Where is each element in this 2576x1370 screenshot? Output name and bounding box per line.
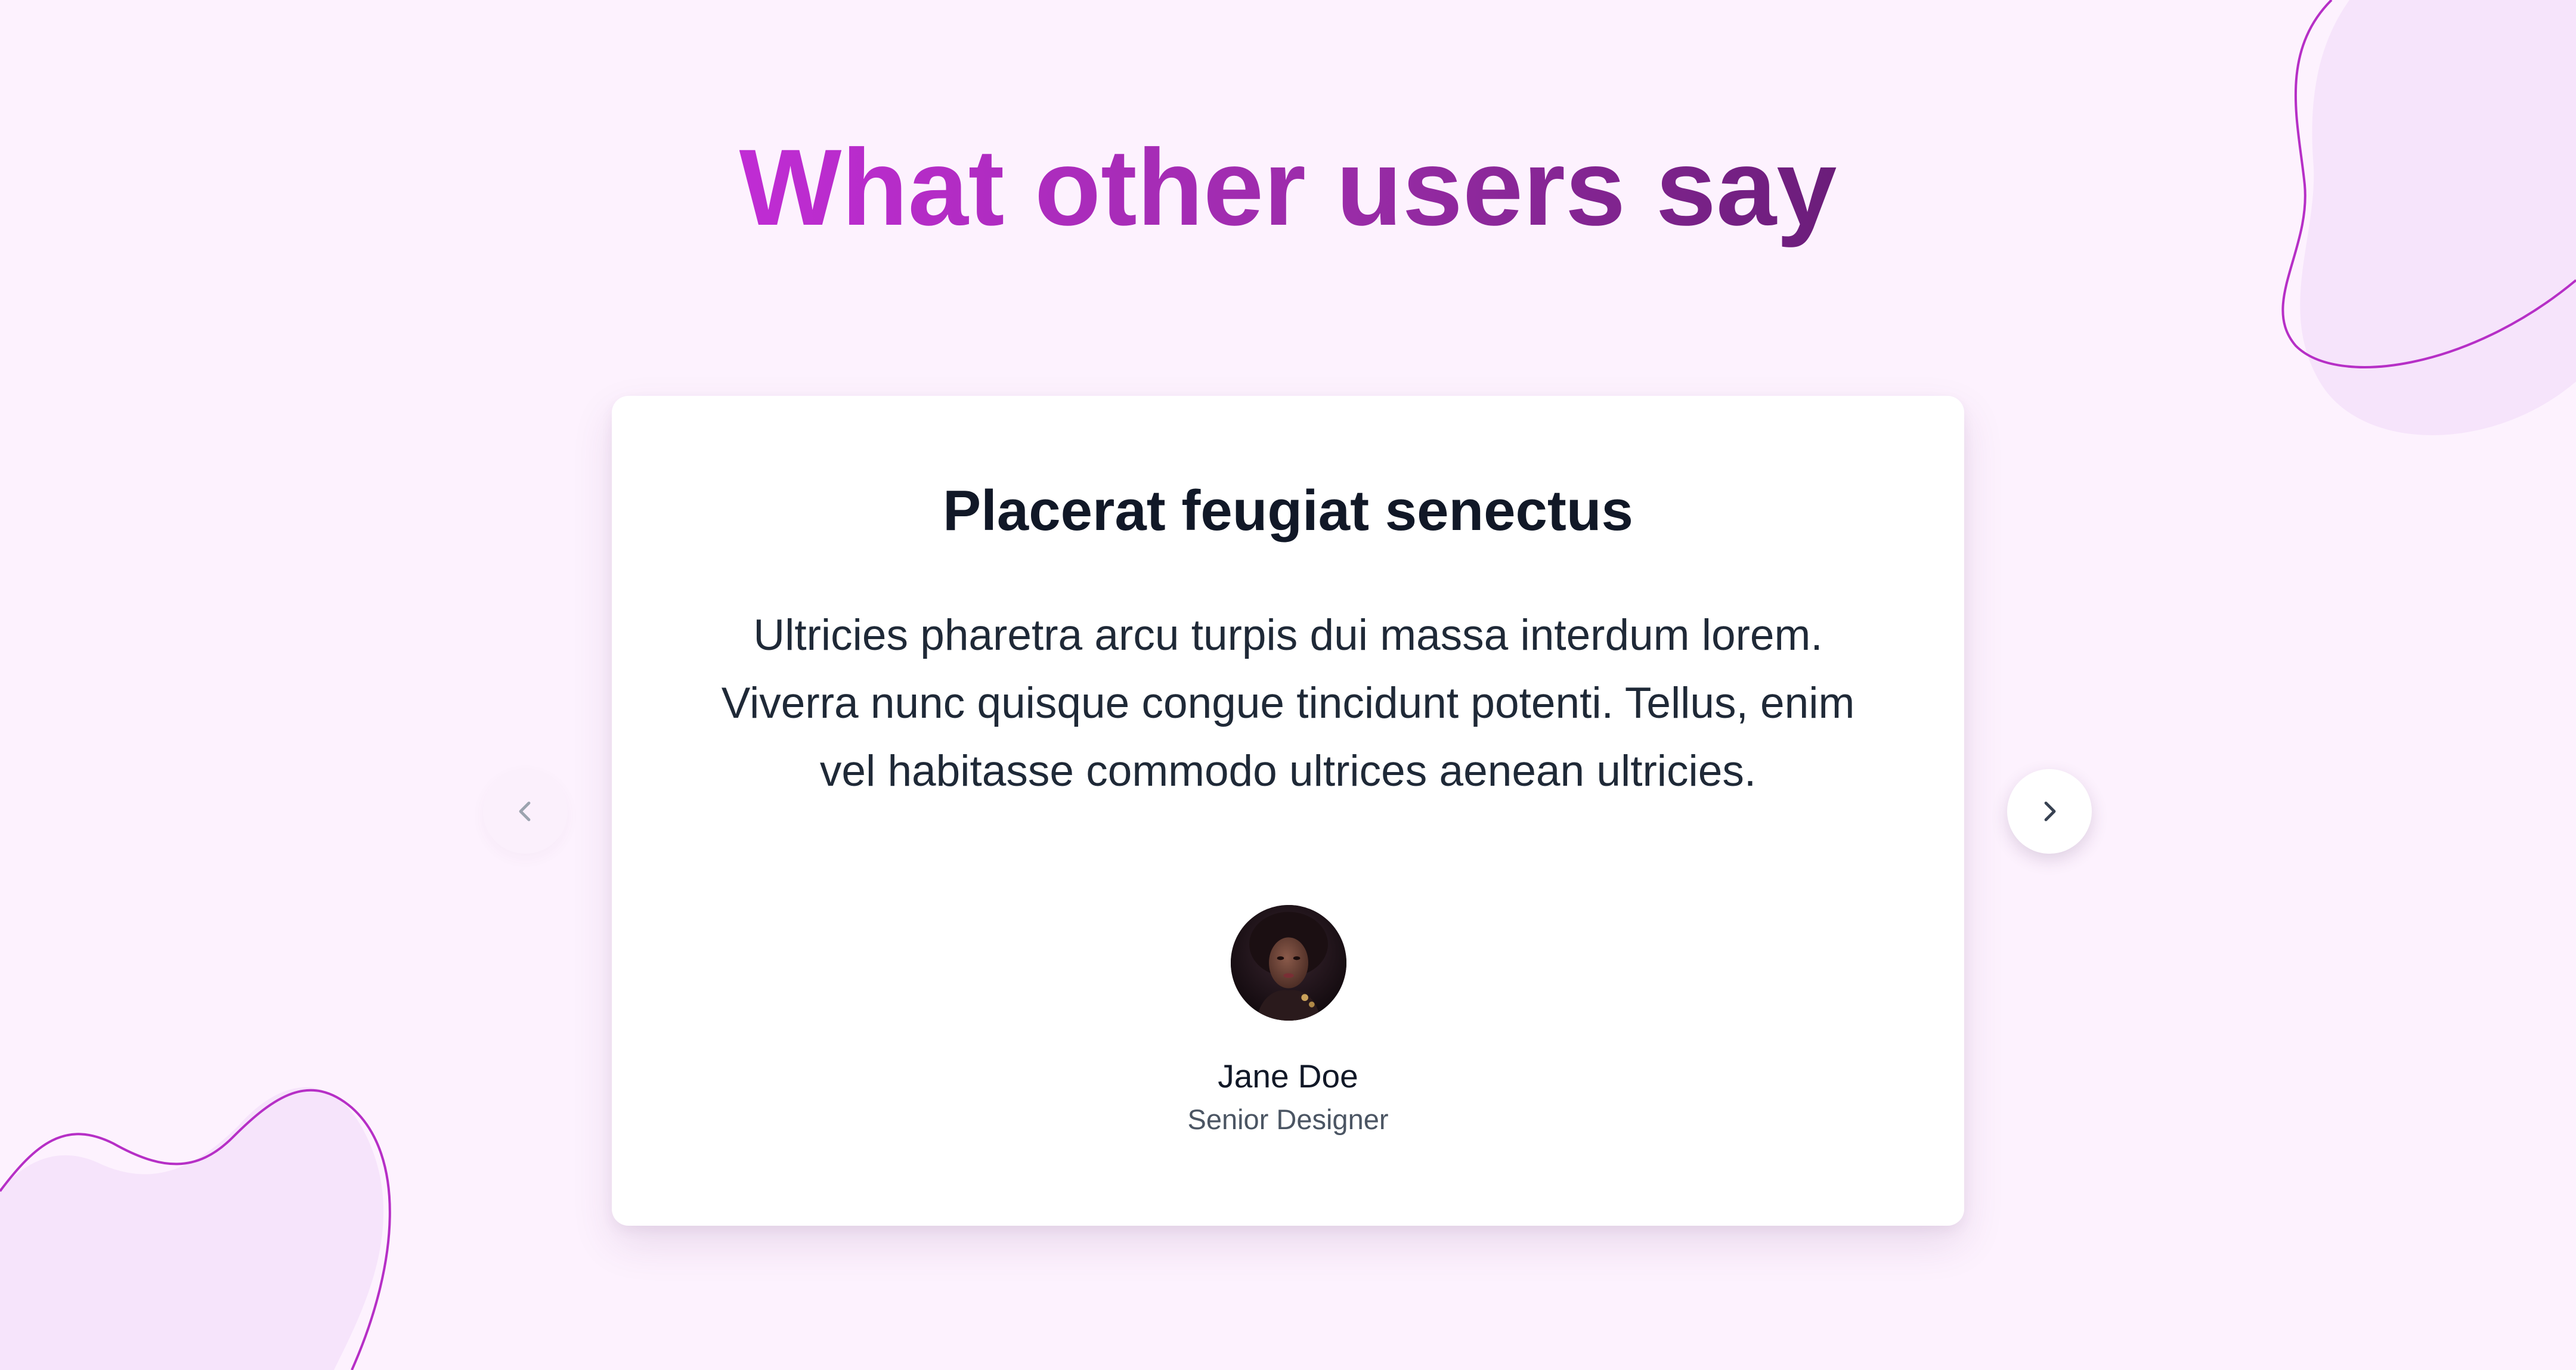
testimonial-title: Placerat feugiat senectus xyxy=(943,479,1633,543)
testimonial-card: Placerat feugiat senectus Ultricies phar… xyxy=(612,396,1964,1226)
carousel-prev-button[interactable] xyxy=(483,769,568,854)
carousel-next-button[interactable] xyxy=(2007,769,2092,854)
section-heading: What other users say xyxy=(0,122,2576,252)
section-heading-text: What other users say xyxy=(739,126,1837,248)
chevron-right-icon xyxy=(2044,801,2056,822)
chevron-left-icon xyxy=(519,801,531,822)
author-role: Senior Designer xyxy=(1187,1104,1389,1135)
avatar xyxy=(1231,905,1346,1021)
decorative-blob-bottom-left xyxy=(0,1087,391,1370)
testimonial-quote: Ultricies pharetra arcu turpis dui massa… xyxy=(721,611,1855,795)
author-name: Jane Doe xyxy=(1218,1058,1358,1095)
user-portrait-icon xyxy=(1231,905,1346,1021)
